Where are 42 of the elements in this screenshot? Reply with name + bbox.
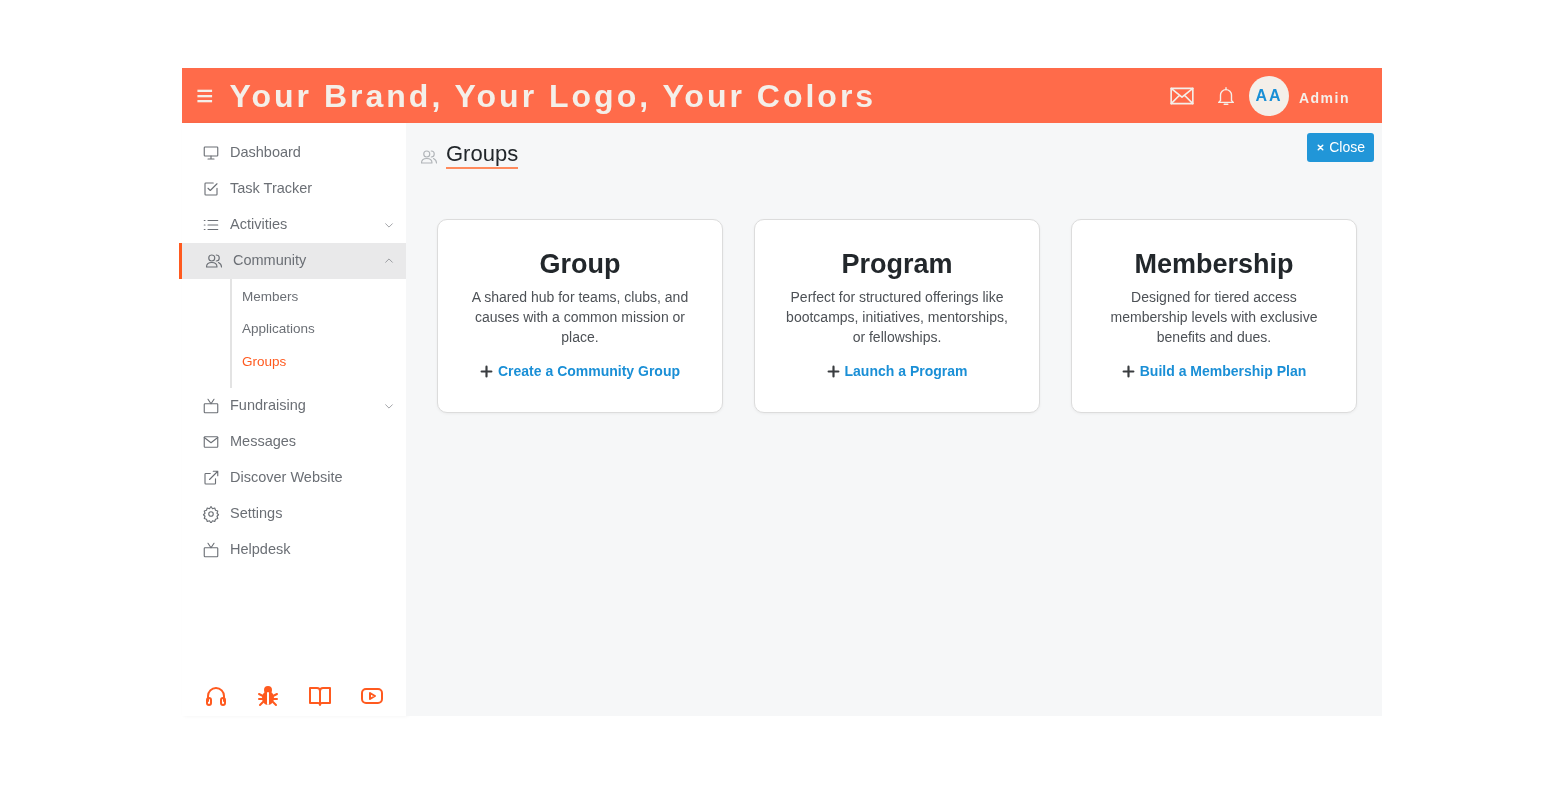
people-icon bbox=[420, 148, 438, 167]
user-avatar[interactable]: AA bbox=[1248, 75, 1289, 116]
sidebar-item[interactable]: Fundraising bbox=[179, 387, 406, 424]
checkbox-icon bbox=[202, 180, 220, 198]
create-link[interactable]: Launch a Program bbox=[826, 360, 968, 382]
sidebar-item[interactable]: Community bbox=[179, 243, 406, 279]
people-icon bbox=[205, 252, 223, 270]
external-link-icon bbox=[202, 468, 220, 487]
plus-icon bbox=[826, 364, 840, 378]
chevron-down-icon bbox=[384, 220, 394, 230]
sidebar-item[interactable]: Activities bbox=[179, 207, 406, 243]
tv-icon bbox=[202, 540, 220, 559]
submenu-item[interactable]: Applications bbox=[232, 313, 406, 346]
close-icon bbox=[1316, 143, 1326, 152]
headphones-icon[interactable] bbox=[204, 684, 228, 708]
sidebar-item[interactable]: Messages bbox=[179, 423, 406, 460]
plus-icon bbox=[480, 364, 493, 378]
monitor-icon bbox=[202, 144, 220, 162]
sidebar-item[interactable]: Task Tracker bbox=[179, 171, 406, 207]
chevron-up-icon bbox=[384, 256, 394, 266]
create-link[interactable]: Build a Membership Plan bbox=[1121, 360, 1307, 382]
submenu-item[interactable]: Groups bbox=[232, 345, 406, 378]
close-button[interactable]: Close bbox=[1307, 133, 1374, 162]
tv-icon bbox=[202, 396, 220, 415]
brand-title: Your Brand, Your Logo, Your Colors bbox=[229, 76, 877, 116]
card-title: Group bbox=[538, 248, 622, 281]
card-description: A shared hub for teams, clubs, and causes with a common mission or place. bbox=[470, 287, 690, 347]
sidebar-item[interactable]: Helpdesk bbox=[179, 531, 406, 568]
card-title: Program bbox=[840, 248, 954, 281]
card-description: Perfect for structured offerings like bootcamps, initiatives, mentorships, or fellowships. bbox=[785, 287, 1009, 347]
card-description: Designed for tiered access membership levels with exclusive benefits and dues. bbox=[1109, 287, 1319, 347]
sidebar-item[interactable]: Discover Website bbox=[179, 459, 406, 496]
sidebar-item[interactable]: Dashboard bbox=[179, 135, 406, 171]
submenu-item[interactable]: Members bbox=[232, 281, 406, 314]
card-title: Membership bbox=[1133, 248, 1295, 281]
create-link[interactable]: Create a Community Group bbox=[480, 360, 680, 382]
book-icon[interactable] bbox=[308, 684, 332, 708]
bug-icon[interactable] bbox=[256, 684, 280, 708]
page-title: Groups bbox=[446, 141, 519, 170]
plus-icon bbox=[1121, 364, 1135, 378]
sidebar-item[interactable]: Settings bbox=[179, 495, 406, 532]
settings-icon bbox=[202, 504, 220, 523]
